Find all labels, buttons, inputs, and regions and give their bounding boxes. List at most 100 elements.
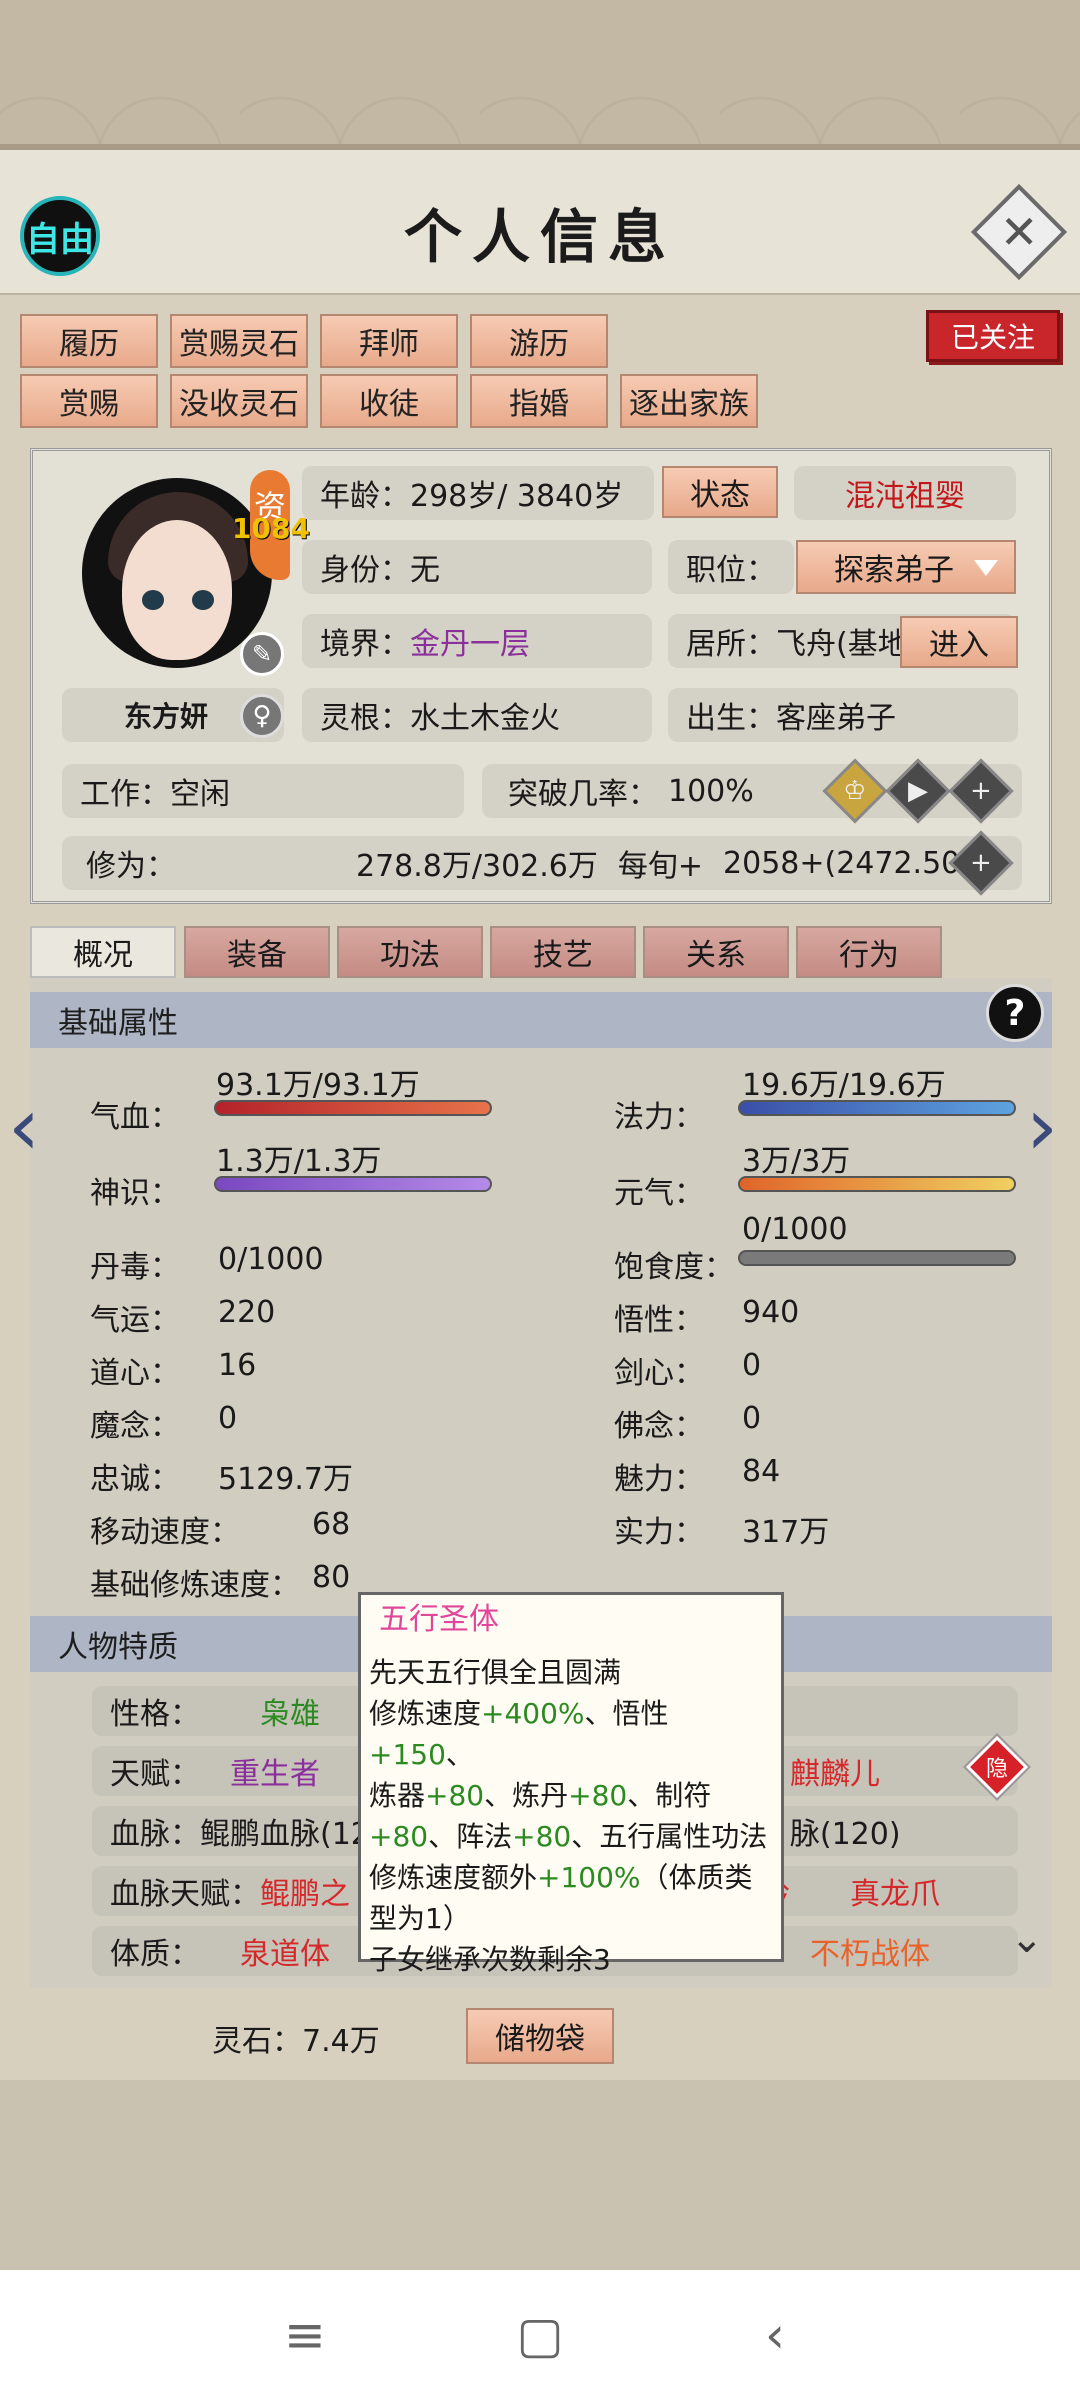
bottom-decoration — [0, 2080, 1080, 2270]
enter-button[interactable]: 进入 — [900, 616, 1018, 668]
next-arrow-icon[interactable]: › — [1026, 1080, 1058, 1173]
help-icon[interactable]: ? — [986, 984, 1044, 1042]
stat-value: 0/1000 — [218, 1242, 324, 1277]
stat-value: 84 — [742, 1454, 781, 1489]
identity-row: 身份：无 — [302, 540, 652, 594]
root-value: 水土木金火 — [410, 701, 560, 736]
tab-relations[interactable]: 关系 — [643, 926, 789, 978]
avatar-eye — [142, 590, 164, 610]
personality-label: 性格： — [110, 1697, 200, 1732]
bloodline-value: 鲲鹏血脉(12 — [200, 1817, 370, 1852]
talent-label: 天赋： — [110, 1757, 200, 1792]
stat-label: 魅力： — [614, 1462, 704, 1497]
hidden-label: 隐 — [985, 1756, 1009, 1782]
tab-overview[interactable]: 概况 — [30, 926, 176, 978]
root-label: 灵根： — [320, 701, 410, 736]
cultivation-value: 278.8万/302.6万 — [356, 849, 598, 884]
tab-skills[interactable]: 技艺 — [490, 926, 636, 978]
position-value: 探索弟子 — [834, 553, 954, 588]
tooltip-line: 子女继承次数剩余3 — [369, 1943, 611, 1976]
basic-attributes-header: 基础属性 — [30, 992, 1052, 1048]
state-value: 混沌祖婴 — [794, 466, 1016, 520]
stat-value: 80 — [312, 1560, 351, 1595]
followed-button[interactable]: 已关注 — [926, 310, 1060, 362]
reward-stone-button[interactable]: 赏赐灵石 — [170, 314, 308, 368]
age-value: 298岁/ 3840岁 — [410, 479, 624, 514]
physique-label: 体质： — [110, 1937, 200, 1972]
realm-label: 境界： — [320, 627, 410, 662]
stat-label: 移动速度： — [90, 1515, 240, 1550]
menu-icon[interactable]: ≡ — [260, 2290, 350, 2380]
stat-value: 5129.7万 — [218, 1462, 353, 1497]
stat-label: 佛念： — [614, 1409, 704, 1444]
physique-value: 泉道体 — [240, 1937, 330, 1972]
cultivation-label: 修为： — [86, 849, 176, 884]
fali-value: 19.6万/19.6万 — [742, 1068, 946, 1103]
physique-tooltip: 五行圣体 先天五行俱全且圆满 修炼速度+400%、悟性+150、 炼器+80、炼… — [358, 1592, 784, 1976]
home-icon[interactable]: ▢ — [495, 2290, 585, 2380]
female-icon: ♀ — [240, 694, 284, 738]
stat-label: 气运： — [90, 1303, 180, 1338]
shenshi-value: 1.3万/1.3万 — [216, 1144, 382, 1179]
tooltip-line: 修炼速度额外+100%（体质类 — [369, 1861, 753, 1894]
tooltip-line: 修炼速度+400%、悟性+150、 — [369, 1697, 669, 1771]
state-button[interactable]: 状态 — [662, 466, 778, 518]
spirit-stone-display: 灵石：7.4万 — [212, 2016, 380, 2060]
stat-label: 丹毒： — [90, 1250, 180, 1285]
bloodline-talent-value: 真龙爪 — [850, 1877, 940, 1912]
stat-label: 基础修炼速度： — [90, 1568, 300, 1603]
aptitude-value: 1084 — [232, 512, 310, 545]
travel-button[interactable]: 游历 — [470, 314, 608, 368]
talent-value: 麒麟儿 — [790, 1757, 880, 1792]
personality-value: 枭雄 — [260, 1697, 320, 1732]
residence-label: 居所： — [686, 627, 776, 662]
realm-value: 金丹一层 — [410, 627, 530, 662]
page-title: 个人信息 — [403, 203, 676, 271]
storage-bag-button[interactable]: 储物袋 — [466, 2008, 614, 2064]
chevron-down-icon[interactable]: ⌄ — [1010, 1916, 1044, 1962]
talent-value: 重生者 — [230, 1757, 320, 1792]
stat-label: 剑心： — [614, 1356, 704, 1391]
age-label: 年龄： — [320, 479, 410, 514]
yuanqi-label: 元气： — [614, 1176, 704, 1211]
identity-value: 无 — [410, 553, 440, 588]
age-row: 年龄： 298岁/ 3840岁 — [302, 466, 654, 520]
confiscate-stone-button[interactable]: 没收灵石 — [170, 374, 308, 428]
cultivation-row: 修为： 278.8万/302.6万 每旬+ 2058+(2472.50%) — [62, 836, 1022, 890]
baoshi-bar — [738, 1250, 1016, 1266]
stat-label: 忠诚： — [90, 1462, 180, 1497]
prev-arrow-icon[interactable]: ‹ — [8, 1080, 40, 1173]
edit-brush-icon[interactable]: ✎ — [240, 632, 284, 676]
stat-value: 16 — [218, 1348, 257, 1383]
resume-button[interactable]: 履历 — [20, 314, 158, 368]
tab-behavior[interactable]: 行为 — [796, 926, 942, 978]
stat-label: 实力： — [614, 1515, 704, 1550]
shenshi-bar — [214, 1176, 492, 1192]
stat-label: 悟性： — [614, 1303, 704, 1338]
position-label: 职位： — [668, 540, 794, 594]
bloodline-label: 血脉： — [110, 1817, 200, 1852]
reward-button[interactable]: 赏赐 — [20, 374, 158, 428]
tooltip-line: 炼器+80、炼丹+80、制符 — [369, 1779, 712, 1812]
fali-label: 法力： — [614, 1100, 704, 1135]
position-dropdown[interactable]: 探索弟子 — [796, 540, 1016, 594]
take-disciple-button[interactable]: 收徒 — [320, 374, 458, 428]
position-label-text: 职位： — [686, 553, 776, 588]
arrange-marriage-button[interactable]: 指婚 — [470, 374, 608, 428]
back-icon[interactable]: ‹ — [730, 2290, 820, 2380]
stat-value: 0 — [742, 1401, 762, 1436]
stat-value: 68 — [312, 1507, 351, 1542]
tab-equipment[interactable]: 装备 — [184, 926, 330, 978]
close-icon: ✕ — [999, 204, 1039, 259]
avatar-face — [122, 520, 232, 660]
birth-label: 出生： — [686, 701, 776, 736]
stat-value: 0 — [742, 1348, 762, 1383]
tab-techniques[interactable]: 功法 — [337, 926, 483, 978]
realm-row: 境界： 金丹一层 — [302, 614, 652, 668]
baoshi-label: 饱食度： — [614, 1250, 734, 1285]
apprentice-button[interactable]: 拜师 — [320, 314, 458, 368]
qixue-bar — [214, 1100, 492, 1116]
bloodline-talent-label: 血脉天赋： — [110, 1877, 260, 1912]
expel-button[interactable]: 逐出家族 — [620, 374, 758, 428]
yuanqi-value: 3万/3万 — [742, 1144, 851, 1179]
